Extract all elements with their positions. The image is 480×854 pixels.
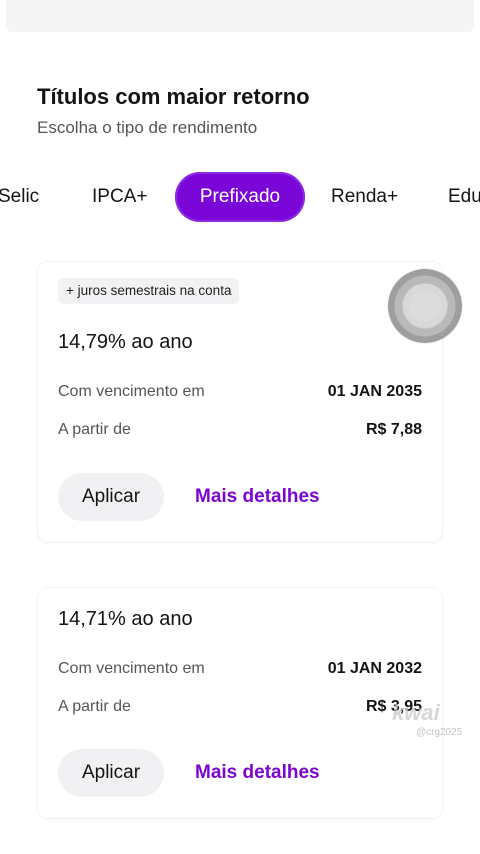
watermark-handle: @crg2025	[416, 727, 463, 738]
maturity-value: 01 JAN 2032	[327, 660, 422, 677]
maturity-label: Com vencimento em	[58, 660, 205, 677]
annual-rate: 14,71% ao ano	[58, 608, 193, 630]
more-details-link[interactable]: Mais detalhes	[195, 473, 320, 521]
semiannual-interest-badge: + juros semestrais na conta	[58, 278, 240, 304]
apply-button[interactable]: Aplicar	[58, 749, 164, 797]
circle-icon	[409, 290, 441, 322]
bond-card: + juros semestrais na conta 14,79% ao an…	[38, 262, 442, 542]
kwai-watermark: kwai	[392, 700, 440, 725]
price-label: A partir de	[58, 698, 131, 715]
section-title: Títulos com maior retorno	[37, 84, 310, 109]
section-subtitle: Escolha o tipo de rendimento	[37, 118, 258, 137]
annual-rate: 14,79% ao ano	[58, 331, 193, 353]
price-value: R$ 7,88	[365, 421, 422, 438]
floating-assistive-button[interactable]	[388, 269, 462, 343]
bond-card: 14,71% ao ano Com vencimento em 01 JAN 2…	[38, 588, 442, 818]
tab-edu[interactable]: Edu	[448, 172, 480, 222]
tab-renda[interactable]: Renda+	[331, 172, 398, 222]
maturity-value: 01 JAN 2035	[327, 383, 422, 400]
top-bar	[6, 0, 474, 32]
tab-ipca[interactable]: IPCA+	[92, 172, 147, 222]
tab-selic[interactable]: Selic	[0, 172, 39, 222]
more-details-link[interactable]: Mais detalhes	[195, 749, 320, 797]
maturity-label: Com vencimento em	[58, 383, 205, 400]
yield-type-tabs: Selic IPCA+ Prefixado Renda+ Edu	[0, 172, 480, 222]
price-label: A partir de	[58, 421, 131, 438]
apply-button[interactable]: Aplicar	[58, 473, 164, 521]
tab-prefixado[interactable]: Prefixado	[175, 172, 305, 222]
